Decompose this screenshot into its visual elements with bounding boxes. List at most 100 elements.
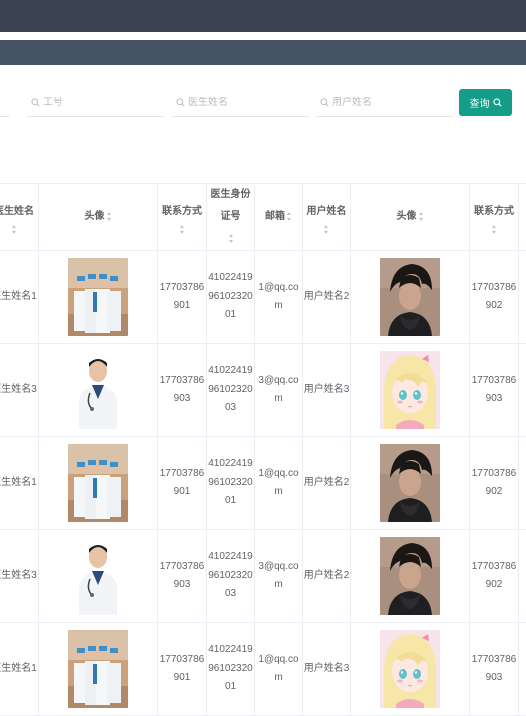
user-avatar-cell — [351, 530, 470, 623]
next-column-cell — [519, 344, 526, 437]
doctor-phone: 17703786901 — [158, 251, 207, 344]
doctor-id-card: 410224199610232001 — [207, 251, 255, 344]
doctor-id-card-text: 410224199610232001 — [207, 269, 254, 325]
header-doctor-avatar[interactable]: 头像 — [39, 184, 158, 251]
sort-caret-icon[interactable] — [287, 212, 292, 221]
doctor-name-text: 医生姓名3 — [0, 381, 37, 400]
user-avatar-cell — [351, 437, 470, 530]
sort-caret-icon[interactable] — [12, 225, 17, 234]
sort-caret-icon[interactable] — [180, 225, 185, 234]
header-user-avatar[interactable]: 头像 — [351, 184, 470, 251]
email: 3@qq.com — [255, 530, 303, 623]
user-phone: 17703786903 — [470, 344, 519, 437]
doctor-phone: 17703786903 — [158, 530, 207, 623]
job-no-field[interactable] — [27, 89, 164, 117]
user-avatar-cell — [351, 344, 470, 437]
query-button[interactable]: 查询 — [459, 89, 512, 116]
header-doctor-phone[interactable]: 联系方式 — [158, 184, 207, 251]
user-name-text: 用户姓名2 — [304, 567, 350, 586]
sub-header-bar — [0, 40, 526, 65]
sort-caret-icon[interactable] — [107, 212, 112, 221]
job-no-input[interactable] — [43, 97, 164, 108]
user-name: 用户姓名2 — [303, 251, 351, 344]
sort-caret-icon[interactable] — [324, 225, 329, 234]
search-icon — [176, 98, 185, 107]
header-email[interactable]: 邮箱 — [255, 184, 303, 251]
doctor-name-text: 医生姓名1 — [0, 288, 37, 307]
dark-hair-portrait-image[interactable] — [380, 444, 440, 522]
table-row: 医生姓名1177037869014102241996102320011@qq.c… — [0, 437, 526, 530]
user-name-text: 用户姓名3 — [304, 660, 350, 679]
doctor-name-text: 医生姓名1 — [0, 474, 37, 493]
search-icon — [31, 98, 40, 107]
sort-caret-icon[interactable] — [229, 234, 234, 243]
doctor-phone-text: 17703786903 — [158, 558, 206, 595]
top-header-bar — [0, 0, 526, 32]
next-column-cell — [519, 437, 526, 530]
header-next-column — [519, 184, 526, 251]
user-avatar-cell — [351, 251, 470, 344]
email-text: 1@qq.com — [255, 465, 302, 502]
user-phone-text: 17703786902 — [470, 279, 518, 316]
header-user-phone[interactable]: 联系方式 — [470, 184, 519, 251]
header-doctor-id-card[interactable]: 医生身份证号 — [207, 184, 255, 251]
doctor-phone-text: 17703786903 — [158, 372, 206, 409]
email: 1@qq.com — [255, 437, 303, 530]
doctor-avatar-cell — [39, 437, 158, 530]
doctor-name: 医生姓名3 — [0, 530, 39, 623]
doctor-avatar-cell — [39, 530, 158, 623]
doctor-name: 医生姓名3 — [0, 344, 39, 437]
dark-hair-portrait-image[interactable] — [380, 258, 440, 336]
doctor-phone: 17703786903 — [158, 344, 207, 437]
email-text: 1@qq.com — [255, 279, 302, 316]
table-row: 医生姓名3177037869034102241996102320033@qq.c… — [0, 344, 526, 437]
query-button-label: 查询 — [470, 95, 490, 110]
team-photo-image[interactable] — [68, 630, 128, 708]
search-icon — [320, 98, 329, 107]
table-row: 医生姓名1 177037869014102241996102320011@qq.c… — [0, 251, 526, 344]
doctor-name-text: 医生姓名3 — [0, 567, 37, 586]
header-user-name[interactable]: 用户姓名 — [303, 184, 351, 251]
doctor-id-card-text: 410224199610232001 — [207, 641, 254, 697]
anime-girl-image[interactable] — [380, 630, 440, 708]
team-photo-image[interactable] — [68, 258, 128, 336]
email: 3@qq.com — [255, 344, 303, 437]
email-text: 3@qq.com — [255, 558, 302, 595]
email: 1@qq.com — [255, 251, 303, 344]
doctor-id-card-text: 410224199610232003 — [207, 362, 254, 418]
next-column-cell — [519, 251, 526, 344]
user-name-field[interactable] — [316, 89, 453, 117]
doctor-id-card: 410224199610232003 — [207, 344, 255, 437]
dark-hair-portrait-image[interactable] — [380, 537, 440, 615]
next-column-cell — [519, 530, 526, 623]
user-name-text: 用户姓名2 — [304, 288, 350, 307]
doctor-id-card: 410224199610232003 — [207, 530, 255, 623]
male-doctor-image[interactable] — [68, 351, 128, 429]
doctor-phone-text: 17703786901 — [158, 279, 206, 316]
doctor-name-input[interactable] — [188, 97, 309, 108]
team-photo-image[interactable] — [68, 444, 128, 522]
data-table: 医生姓名 头像 联系方式 医生身份证号 邮箱 用户姓名 头像 联系方式 医生姓名… — [0, 183, 526, 716]
user-phone-text: 17703786903 — [470, 651, 518, 688]
search-icon — [493, 98, 502, 107]
user-phone-text: 17703786902 — [470, 558, 518, 595]
sort-caret-icon[interactable] — [419, 212, 424, 221]
doctor-phone-text: 17703786901 — [158, 651, 206, 688]
user-name: 用户姓名2 — [303, 530, 351, 623]
user-name-text: 用户姓名2 — [304, 474, 350, 493]
user-phone-text: 17703786903 — [470, 372, 518, 409]
email-text: 1@qq.com — [255, 651, 302, 688]
sort-caret-icon[interactable] — [492, 225, 497, 234]
male-doctor-image[interactable] — [68, 537, 128, 615]
doctor-name-field[interactable] — [172, 89, 309, 117]
anime-girl-image[interactable] — [380, 351, 440, 429]
user-phone: 17703786902 — [470, 251, 519, 344]
table-header-row: 医生姓名 头像 联系方式 医生身份证号 邮箱 用户姓名 头像 联系方式 — [0, 184, 526, 251]
user-phone: 17703786902 — [470, 530, 519, 623]
user-name: 用户姓名3 — [303, 344, 351, 437]
header-doctor-name[interactable]: 医生姓名 — [0, 184, 39, 251]
user-phone-text: 17703786902 — [470, 465, 518, 502]
doctor-avatar-cell — [39, 251, 158, 344]
user-name-input[interactable] — [332, 97, 453, 108]
first-filter-field[interactable] — [0, 89, 10, 117]
